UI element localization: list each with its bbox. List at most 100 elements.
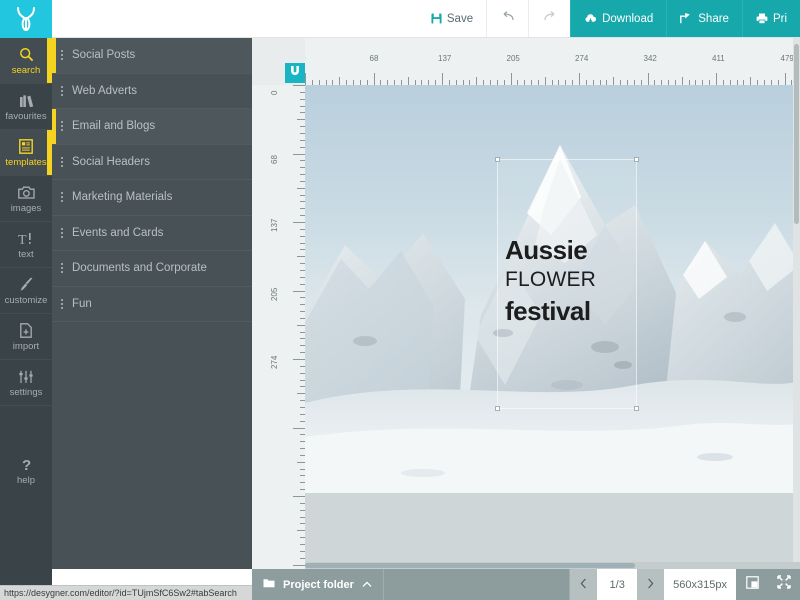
sidebar-label-search: search xyxy=(12,66,41,76)
ruler-label: 68 xyxy=(270,155,279,164)
sidebar-label-text: text xyxy=(18,250,33,260)
chevron-right-icon xyxy=(647,577,654,592)
ruler-tick xyxy=(293,359,305,360)
undo-arrow-icon xyxy=(500,10,516,27)
resize-canvas-icon xyxy=(746,576,759,594)
ruler-tick xyxy=(476,77,477,85)
ruler-tick xyxy=(305,73,306,85)
sidebar-label-customize: customize xyxy=(5,296,48,306)
sidebar-item-images[interactable]: images xyxy=(0,176,52,222)
magnet-snap-icon xyxy=(289,64,301,82)
template-category-row[interactable]: Social Posts xyxy=(52,38,252,74)
vertical-scrollbar[interactable] xyxy=(793,38,800,569)
save-button[interactable]: Save xyxy=(418,0,486,37)
save-label: Save xyxy=(447,13,473,25)
previous-page-button[interactable] xyxy=(570,569,597,600)
resize-handle-bl[interactable] xyxy=(495,406,500,411)
ruler-tick xyxy=(682,77,683,85)
redo-button[interactable] xyxy=(528,0,570,37)
sidebar-item-help[interactable]: ? help xyxy=(0,448,52,494)
ruler-tick xyxy=(297,119,305,120)
ruler-tick xyxy=(442,73,443,85)
ruler-tick xyxy=(297,325,305,326)
next-page-button[interactable] xyxy=(637,569,664,600)
ruler-label: 137 xyxy=(270,219,279,232)
drag-handle-dots-icon xyxy=(61,121,63,131)
drag-handle-dots-icon xyxy=(61,192,63,202)
sidebar-item-import[interactable]: import xyxy=(0,314,52,360)
status-bar-url: https://desygner.com/editor/?id=TUjmSfC6… xyxy=(4,588,237,598)
ruler-tick xyxy=(293,222,305,223)
sidebar-label-favourites: favourites xyxy=(5,112,46,122)
canvas-text-block[interactable]: Aussie FLOWER festival xyxy=(505,235,635,327)
template-category-row[interactable]: Social Headers xyxy=(52,145,252,181)
sidebar-item-text[interactable]: T text xyxy=(0,222,52,268)
ruler-tick xyxy=(785,73,786,85)
sidebar-item-templates[interactable]: templates xyxy=(0,130,52,176)
resize-handle-tr[interactable] xyxy=(634,157,639,162)
ruler-label: 0 xyxy=(270,91,279,95)
vertical-scrollbar-thumb[interactable] xyxy=(794,44,799,224)
sidebar-item-search[interactable]: search xyxy=(0,38,52,84)
drag-handle-dots-icon xyxy=(61,228,63,238)
page-indicator[interactable]: 1/3 xyxy=(597,569,637,600)
desygner-leaf-logo-icon xyxy=(15,6,37,32)
ruler-label: 137 xyxy=(438,54,451,63)
ruler-tick xyxy=(293,428,305,429)
drag-handle-dots-icon xyxy=(61,263,63,273)
canvas-text-line-1: Aussie xyxy=(505,235,635,265)
resize-canvas-button[interactable] xyxy=(736,569,768,600)
template-category-row[interactable]: Documents and Corporate xyxy=(52,251,252,287)
template-category-row[interactable]: Email and Blogs xyxy=(52,109,252,145)
sidebar-item-settings[interactable]: settings xyxy=(0,360,52,406)
canvas-area[interactable]: Aussie FLOWER festival xyxy=(305,85,800,569)
books-icon xyxy=(19,92,34,110)
ruler-label: 205 xyxy=(270,287,279,300)
download-button[interactable]: Download xyxy=(570,0,666,37)
sidebar-item-favourites[interactable]: favourites xyxy=(0,84,52,130)
horizontal-scrollbar[interactable] xyxy=(305,562,800,569)
drag-handle-dots-icon xyxy=(61,86,63,96)
template-category-row[interactable]: Fun xyxy=(52,287,252,323)
ruler-tick xyxy=(750,77,751,85)
horizontal-ruler[interactable]: 068137205274342411479 xyxy=(305,38,800,85)
template-category-label: Marketing Materials xyxy=(72,191,172,203)
undo-button[interactable] xyxy=(486,0,528,37)
share-button[interactable]: Share xyxy=(666,0,742,37)
project-folder-button[interactable]: Project folder xyxy=(252,569,384,600)
sidebar-label-templates: templates xyxy=(5,158,46,168)
template-category-row[interactable]: Marketing Materials xyxy=(52,180,252,216)
resize-handle-tl[interactable] xyxy=(495,157,500,162)
ruler-tick xyxy=(648,73,649,85)
ruler-tick xyxy=(339,77,340,85)
ruler-tick xyxy=(293,496,305,497)
design-canvas[interactable]: Aussie FLOWER festival xyxy=(305,85,800,493)
canvas-size-field[interactable]: 560x315px xyxy=(664,569,736,600)
resize-handle-br[interactable] xyxy=(634,406,639,411)
chevron-left-icon xyxy=(580,577,587,592)
horizontal-scrollbar-thumb[interactable] xyxy=(305,563,635,568)
ruler-tick xyxy=(408,77,409,85)
template-category-label: Email and Blogs xyxy=(72,120,155,132)
fullscreen-button[interactable] xyxy=(768,569,800,600)
vertical-ruler[interactable]: 068137205274 xyxy=(252,85,305,569)
magnet-snap-button[interactable] xyxy=(285,63,305,83)
sidebar-item-customize[interactable]: customize xyxy=(0,268,52,314)
download-label: Download xyxy=(602,13,653,25)
question-mark-icon: ? xyxy=(19,456,33,474)
printer-icon xyxy=(756,13,768,24)
template-category-row[interactable]: Events and Cards xyxy=(52,216,252,252)
template-page-icon xyxy=(19,138,33,156)
cloud-download-icon xyxy=(584,13,597,24)
template-category-label: Events and Cards xyxy=(72,227,163,239)
template-category-row[interactable]: Web Adverts xyxy=(52,74,252,110)
share-arrow-icon xyxy=(680,13,693,24)
ruler-tick xyxy=(293,154,305,155)
app-logo[interactable] xyxy=(0,0,52,38)
ruler-tick xyxy=(297,393,305,394)
top-toolbar: Save xyxy=(0,0,800,38)
print-button[interactable]: Pri xyxy=(742,0,800,37)
ruler-corner xyxy=(252,38,305,85)
sidebar-label-help: help xyxy=(17,476,35,486)
share-label: Share xyxy=(698,13,729,25)
